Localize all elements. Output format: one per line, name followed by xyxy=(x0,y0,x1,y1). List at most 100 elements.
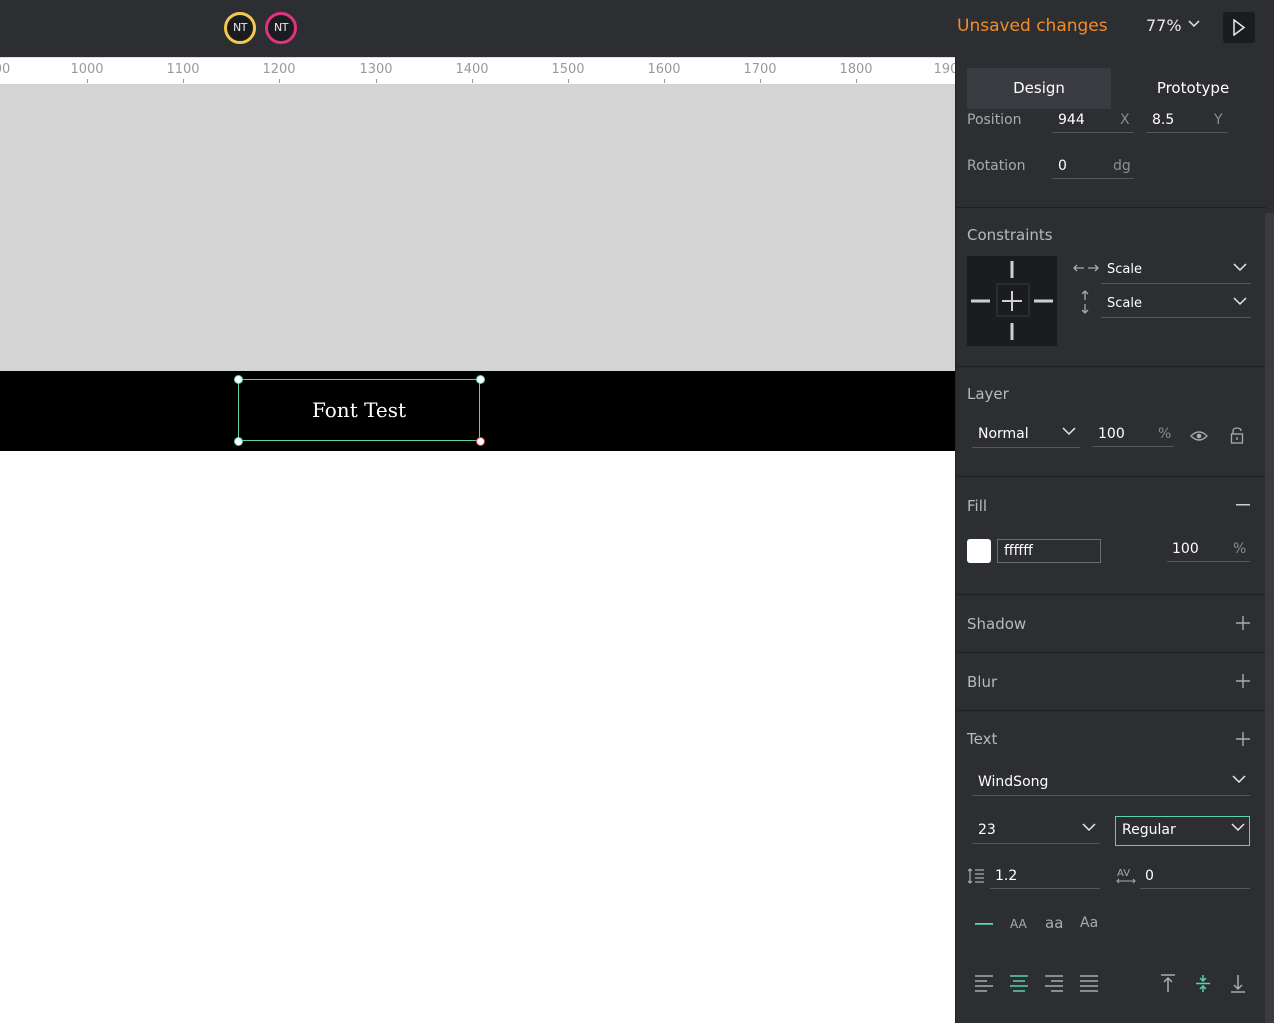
tab-prototype[interactable]: Prototype xyxy=(1116,68,1270,109)
chevron-down-icon xyxy=(1231,823,1245,832)
layer-title: Layer xyxy=(967,385,1009,403)
font-weight-value: Regular xyxy=(1122,822,1176,838)
uppercase-button[interactable]: AA xyxy=(1010,917,1027,931)
canvas-frame-gray[interactable] xyxy=(0,84,955,371)
chevron-down-icon xyxy=(1188,20,1200,28)
font-weight-dropdown[interactable]: Regular xyxy=(1115,816,1250,846)
ruler-tick: 1100 xyxy=(166,62,200,77)
play-icon xyxy=(1233,19,1246,36)
user-avatar[interactable]: NT xyxy=(265,12,297,44)
ruler-mark xyxy=(279,79,280,83)
position-y-field[interactable]: 8.5 Y xyxy=(1146,110,1228,133)
layer-opacity-value: 100 xyxy=(1098,426,1125,442)
ruler-tick: 1000 xyxy=(70,62,104,77)
chevron-down-icon xyxy=(1082,823,1096,832)
font-family-value: WindSong xyxy=(978,774,1049,790)
zoom-value: 77% xyxy=(1146,16,1182,35)
font-family-dropdown[interactable]: WindSong xyxy=(972,769,1250,796)
line-height-icon xyxy=(967,868,984,884)
blend-mode-dropdown[interactable]: Normal xyxy=(972,421,1080,448)
layer-opacity-field[interactable]: 100 % xyxy=(1092,424,1174,447)
unlock-icon[interactable] xyxy=(1230,427,1244,444)
section-divider xyxy=(956,594,1266,595)
horizontal-arrows-icon xyxy=(1073,264,1099,272)
text-title: Text xyxy=(967,730,998,748)
align-top-icon[interactable] xyxy=(1160,974,1176,993)
section-divider xyxy=(956,366,1266,367)
font-size-value: 23 xyxy=(978,822,996,838)
rotation-value: 0 xyxy=(1058,158,1067,174)
position-label: Position xyxy=(967,112,1022,128)
font-size-dropdown[interactable]: 23 xyxy=(972,817,1100,844)
user-avatar[interactable]: NT xyxy=(224,12,256,44)
ruler-mark xyxy=(568,79,569,83)
lowercase-button[interactable]: aa xyxy=(1045,914,1063,932)
align-middle-icon[interactable] xyxy=(1195,974,1211,993)
position-x-unit: X xyxy=(1120,112,1130,128)
play-button[interactable] xyxy=(1223,12,1255,43)
svg-text:AV: AV xyxy=(1117,868,1130,879)
ruler-tick: 1700 xyxy=(743,62,777,77)
ruler-mark xyxy=(664,79,665,83)
panel-scrollbar[interactable] xyxy=(1265,213,1274,1023)
horizontal-constraint-dropdown[interactable]: Scale xyxy=(1101,257,1251,284)
section-divider xyxy=(956,710,1266,711)
ruler-mark xyxy=(183,79,184,83)
fill-opacity-field[interactable]: 100 % xyxy=(1167,539,1250,562)
remove-fill-icon[interactable] xyxy=(1236,504,1250,506)
fill-hex-input[interactable]: ffffff xyxy=(997,539,1101,563)
vertical-constraint-dropdown[interactable]: Scale xyxy=(1101,291,1251,318)
align-right-icon[interactable] xyxy=(1045,975,1063,992)
fill-color-swatch[interactable] xyxy=(967,539,991,563)
horizontal-constraint-value: Scale xyxy=(1107,262,1142,277)
chevron-down-icon xyxy=(1062,427,1076,436)
align-left-icon[interactable] xyxy=(975,975,993,992)
blur-title: Blur xyxy=(967,673,998,691)
ruler-mark xyxy=(87,79,88,83)
vertical-constraint-value: Scale xyxy=(1107,296,1142,311)
design-panel: Design Prototype Position 944 X 8.5 Y Ro… xyxy=(955,57,1274,1023)
ruler-mark xyxy=(856,79,857,83)
ruler-mark xyxy=(472,79,473,83)
add-text-icon[interactable] xyxy=(1236,732,1250,746)
line-height-field[interactable]: 1.2 xyxy=(990,866,1100,889)
selected-text-content[interactable]: Font Test xyxy=(238,398,480,422)
ruler-mark xyxy=(760,79,761,83)
align-bottom-icon[interactable] xyxy=(1230,974,1246,993)
resize-handle[interactable] xyxy=(234,437,243,446)
resize-handle[interactable] xyxy=(234,375,243,384)
constraints-widget[interactable] xyxy=(967,256,1057,346)
titlecase-button[interactable]: Aa xyxy=(1080,915,1098,931)
add-blur-icon[interactable] xyxy=(1236,674,1250,688)
constraints-diagram-icon xyxy=(971,261,1053,340)
constraints-title: Constraints xyxy=(967,226,1053,244)
align-center-icon[interactable] xyxy=(1010,975,1028,992)
ruler-mark xyxy=(376,79,377,83)
tab-design[interactable]: Design xyxy=(967,68,1111,109)
ruler-tick: 1300 xyxy=(359,62,393,77)
resize-handle[interactable] xyxy=(476,437,485,446)
eye-icon[interactable] xyxy=(1190,430,1208,442)
add-shadow-icon[interactable] xyxy=(1236,616,1250,630)
letter-spacing-value: 0 xyxy=(1145,868,1154,884)
ruler-tick: 1500 xyxy=(551,62,585,77)
rotation-unit: dg xyxy=(1113,158,1131,174)
fill-title: Fill xyxy=(967,497,988,515)
unsaved-status: Unsaved changes xyxy=(957,16,1108,36)
letter-spacing-field[interactable]: 0 xyxy=(1140,866,1250,889)
position-x-value: 944 xyxy=(1058,112,1085,128)
canvas-background[interactable] xyxy=(0,451,955,1023)
chevron-down-icon xyxy=(1232,775,1246,784)
align-justify-icon[interactable] xyxy=(1080,975,1098,992)
rotation-field[interactable]: 0 dg xyxy=(1052,156,1134,179)
fill-opacity-unit: % xyxy=(1233,541,1247,557)
resize-handle[interactable] xyxy=(476,375,485,384)
letter-spacing-icon: AV xyxy=(1116,868,1136,884)
blend-mode-value: Normal xyxy=(978,426,1029,442)
case-none-icon[interactable] xyxy=(975,923,993,925)
zoom-dropdown[interactable]: 77% xyxy=(1146,16,1200,35)
layer-opacity-unit: % xyxy=(1158,426,1172,442)
ruler-tick: 1400 xyxy=(455,62,489,77)
position-x-field[interactable]: 944 X xyxy=(1052,110,1134,133)
top-bar: NT NT Unsaved changes 77% xyxy=(0,0,1274,57)
